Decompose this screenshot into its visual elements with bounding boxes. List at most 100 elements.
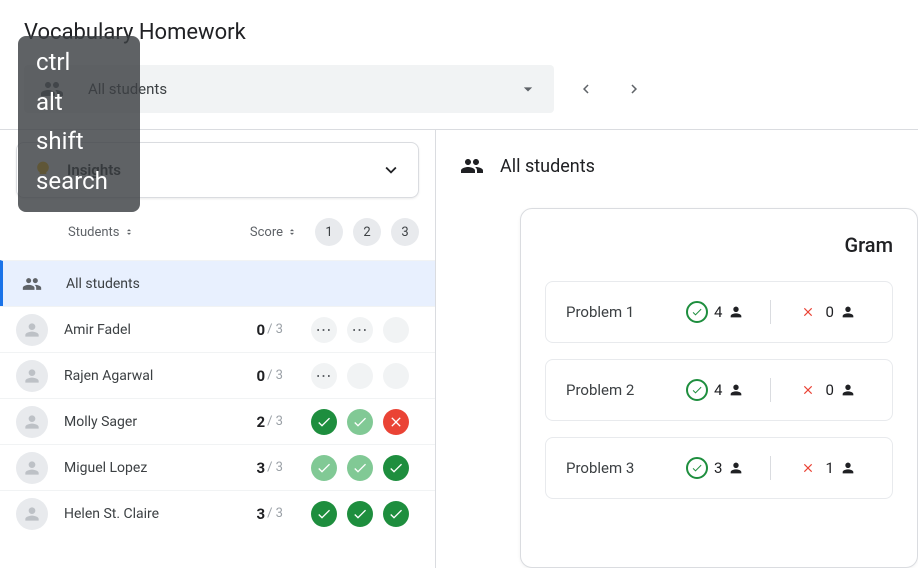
status-empty-icon bbox=[347, 363, 373, 389]
status-correct-icon bbox=[311, 501, 337, 527]
page-title: Vocabulary Homework bbox=[24, 20, 894, 45]
chevron-right-icon bbox=[625, 80, 643, 98]
right-panel-title: All students bbox=[500, 156, 595, 177]
close-icon bbox=[797, 457, 819, 479]
wrong-stat: 0 bbox=[797, 301, 855, 323]
separator bbox=[770, 378, 771, 402]
status-correct-icon bbox=[383, 501, 409, 527]
student-score-total: / 3 bbox=[267, 506, 283, 521]
correct-count: 3 bbox=[714, 459, 722, 477]
people-icon bbox=[22, 274, 42, 294]
avatar bbox=[16, 406, 48, 438]
key-ctrl: ctrl bbox=[36, 46, 122, 80]
status-correct-icon bbox=[311, 409, 337, 435]
close-icon bbox=[797, 379, 819, 401]
person-icon bbox=[728, 304, 744, 320]
keyboard-modifier-overlay: ctrl alt shift search bbox=[18, 36, 140, 212]
prev-student-button[interactable] bbox=[574, 77, 598, 101]
separator bbox=[770, 456, 771, 480]
avatar bbox=[16, 498, 48, 530]
status-empty-icon bbox=[383, 363, 409, 389]
correct-stat: 3 bbox=[686, 457, 744, 479]
student-row-all[interactable]: All students bbox=[0, 260, 435, 306]
student-score: 3 bbox=[256, 459, 265, 477]
student-row[interactable]: Miguel Lopez 3 / 3 bbox=[0, 444, 435, 490]
problem-row[interactable]: Problem 3 3 1 bbox=[545, 437, 893, 499]
status-correct-icon bbox=[347, 501, 373, 527]
person-icon bbox=[840, 304, 856, 320]
wrong-stat: 0 bbox=[797, 379, 855, 401]
next-student-button[interactable] bbox=[622, 77, 646, 101]
avatar bbox=[16, 314, 48, 346]
status-correct-icon bbox=[311, 455, 337, 481]
status-correct-icon bbox=[383, 455, 409, 481]
person-icon bbox=[728, 382, 744, 398]
correct-stat: 4 bbox=[686, 379, 744, 401]
student-name: Miguel Lopez bbox=[64, 460, 256, 476]
avatar bbox=[16, 452, 48, 484]
problem-chip-1[interactable]: 1 bbox=[315, 218, 343, 246]
dropdown-icon bbox=[518, 79, 538, 99]
correct-count: 4 bbox=[714, 303, 722, 321]
student-score: 0 bbox=[256, 367, 265, 385]
wrong-count: 0 bbox=[825, 303, 833, 321]
student-score-total: / 3 bbox=[267, 460, 283, 475]
status-empty-icon bbox=[383, 317, 409, 343]
score-column-header[interactable]: Score bbox=[250, 225, 297, 240]
student-row[interactable]: Amir Fadel 0 / 3 ⋯ ⋯ bbox=[0, 306, 435, 352]
student-row[interactable]: Rajen Agarwal 0 / 3 ⋯ bbox=[0, 352, 435, 398]
check-icon bbox=[686, 379, 708, 401]
problem-name: Problem 3 bbox=[566, 459, 666, 477]
problem-row[interactable]: Problem 1 4 0 bbox=[545, 281, 893, 343]
separator bbox=[770, 300, 771, 324]
student-score: 3 bbox=[256, 505, 265, 523]
status-pending-icon: ⋯ bbox=[347, 317, 373, 343]
key-alt: alt bbox=[36, 86, 122, 120]
student-name: Helen St. Claire bbox=[64, 506, 256, 522]
student-row[interactable]: Helen St. Claire 3 / 3 bbox=[0, 490, 435, 536]
student-name: All students bbox=[66, 276, 419, 292]
check-icon bbox=[686, 301, 708, 323]
student-score: 0 bbox=[256, 321, 265, 339]
avatar bbox=[16, 360, 48, 392]
correct-stat: 4 bbox=[686, 301, 744, 323]
student-name: Rajen Agarwal bbox=[64, 368, 256, 384]
person-icon bbox=[840, 460, 856, 476]
problem-chip-3[interactable]: 3 bbox=[391, 218, 419, 246]
correct-count: 4 bbox=[714, 381, 722, 399]
close-icon bbox=[797, 301, 819, 323]
person-icon bbox=[728, 460, 744, 476]
student-name: Amir Fadel bbox=[64, 322, 256, 338]
problem-name: Problem 2 bbox=[566, 381, 666, 399]
problem-name: Problem 1 bbox=[566, 303, 666, 321]
people-icon bbox=[460, 154, 484, 178]
students-column-header[interactable]: Students bbox=[68, 225, 134, 240]
problem-chip-2[interactable]: 2 bbox=[353, 218, 381, 246]
status-pending-icon: ⋯ bbox=[311, 363, 337, 389]
key-shift: shift bbox=[36, 125, 122, 159]
wrong-count: 1 bbox=[825, 459, 833, 477]
student-score-total: / 3 bbox=[267, 414, 283, 429]
status-correct-icon bbox=[347, 455, 373, 481]
student-name: Molly Sager bbox=[64, 414, 256, 430]
chevron-left-icon bbox=[577, 80, 595, 98]
sort-icon bbox=[124, 226, 134, 238]
check-icon bbox=[686, 457, 708, 479]
student-score-total: / 3 bbox=[267, 322, 283, 337]
card-title: Gram bbox=[545, 233, 893, 257]
person-icon bbox=[840, 382, 856, 398]
status-wrong-icon bbox=[383, 409, 409, 435]
chevron-down-icon bbox=[380, 159, 402, 181]
key-search: search bbox=[36, 165, 122, 199]
status-pending-icon: ⋯ bbox=[311, 317, 337, 343]
detail-card: Gram Problem 1 4 0 Problem 2 4 0 Problem… bbox=[520, 208, 918, 568]
wrong-stat: 1 bbox=[797, 457, 855, 479]
problem-row[interactable]: Problem 2 4 0 bbox=[545, 359, 893, 421]
wrong-count: 0 bbox=[825, 381, 833, 399]
student-score-total: / 3 bbox=[267, 368, 283, 383]
student-score: 2 bbox=[256, 413, 265, 431]
student-selector-label: All students bbox=[88, 80, 518, 98]
student-row[interactable]: Molly Sager 2 / 3 bbox=[0, 398, 435, 444]
sort-icon bbox=[287, 226, 297, 238]
status-correct-icon bbox=[347, 409, 373, 435]
